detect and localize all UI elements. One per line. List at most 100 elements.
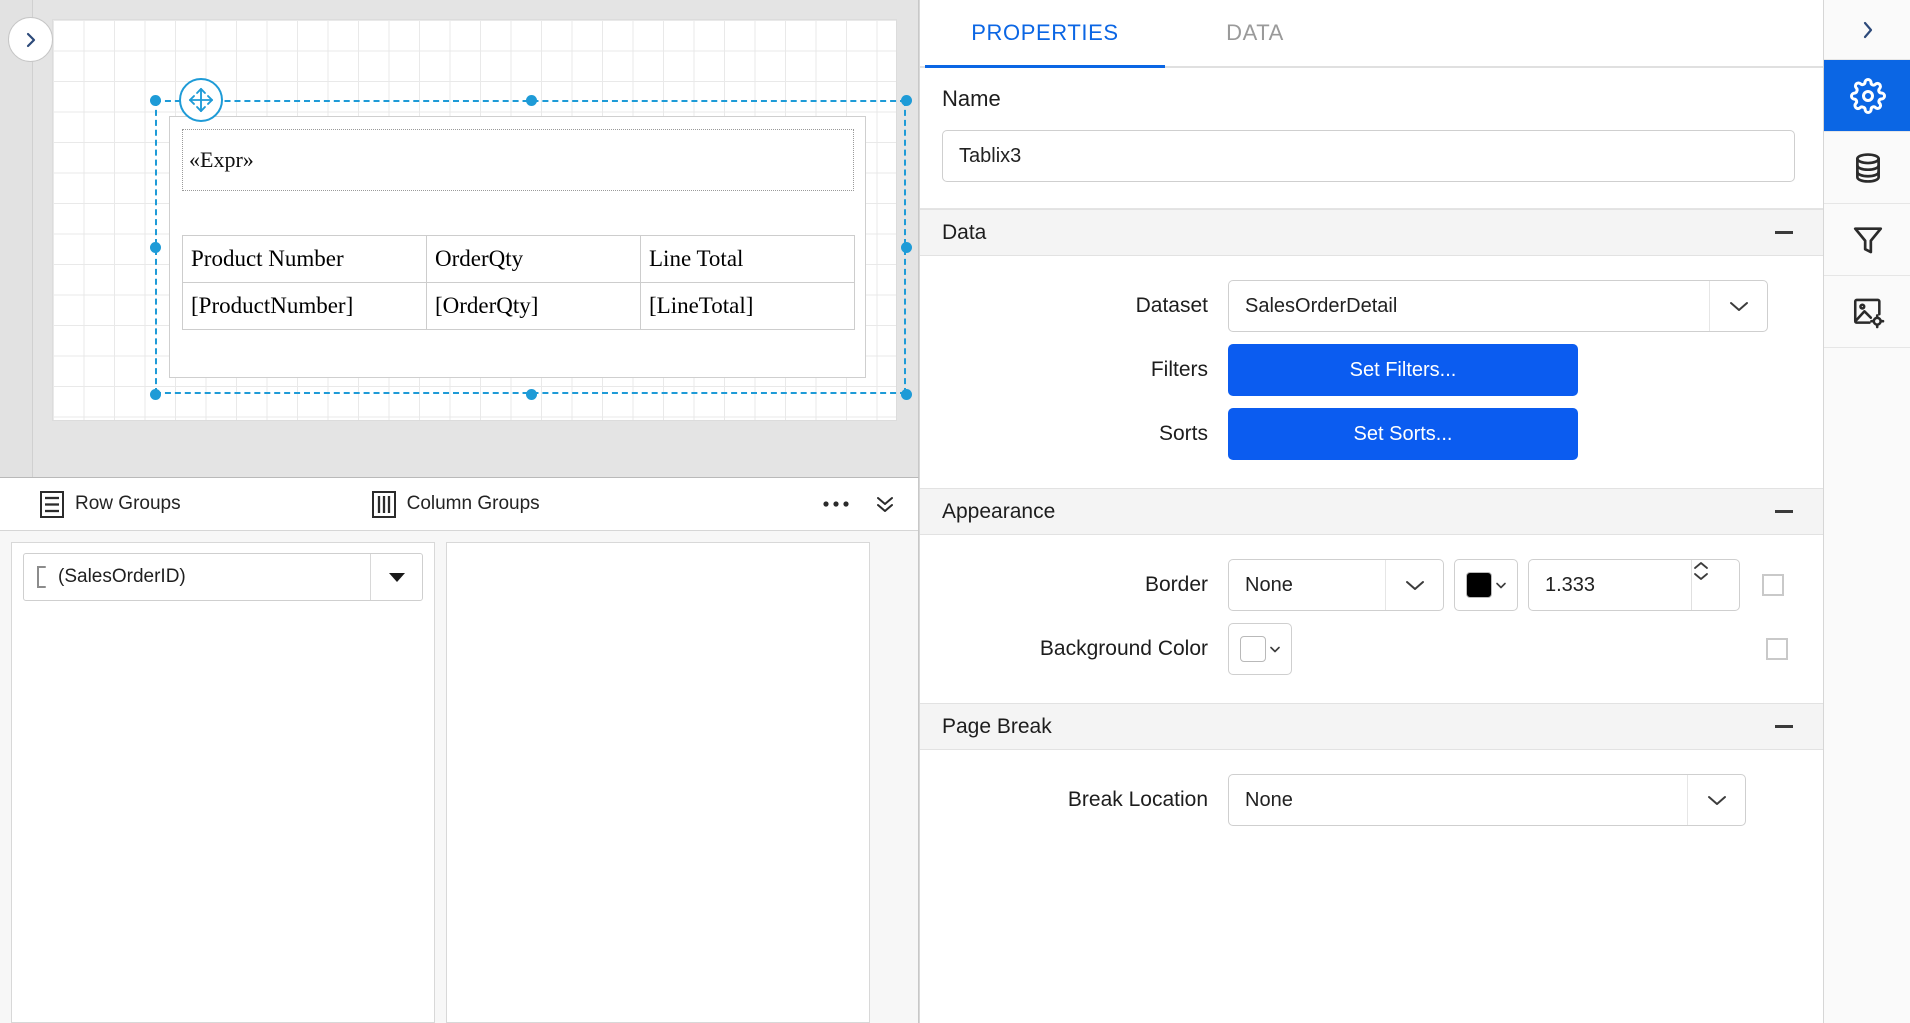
section-title-page-break: Page Break <box>942 714 1052 738</box>
resize-handle-bottom-center[interactable] <box>525 388 537 400</box>
table-header-cell[interactable]: OrderQty <box>426 235 641 283</box>
rows-icon <box>40 490 64 518</box>
chevron-down-icon <box>1495 581 1507 590</box>
column-groups-tab[interactable]: Column Groups <box>371 490 540 518</box>
break-location-select[interactable]: None <box>1228 774 1746 826</box>
border-style-select[interactable]: None <box>1228 559 1444 611</box>
expand-left-panel-button[interactable] <box>8 17 53 62</box>
table-detail-cell[interactable]: [LineTotal] <box>640 282 855 330</box>
report-body[interactable]: «Expr» Product Number OrderQty Line Tota… <box>169 116 866 378</box>
ellipsis-icon[interactable] <box>822 499 850 509</box>
groups-panel-actions <box>822 493 896 515</box>
right-icon-rail <box>1823 0 1910 1023</box>
table-header-cell[interactable]: Line Total <box>640 235 855 283</box>
border-width-value: 1.333 <box>1545 573 1596 596</box>
border-width-stepper[interactable]: 1.333 <box>1528 559 1740 611</box>
tablix-table[interactable]: Product Number OrderQty Line Total [Prod… <box>182 235 855 330</box>
minus-icon[interactable] <box>1773 725 1795 728</box>
resize-handle-top-right[interactable] <box>900 94 912 106</box>
border-style-value: None <box>1245 573 1293 596</box>
section-header-appearance[interactable]: Appearance <box>920 488 1823 535</box>
table-detail-cell[interactable]: [OrderQty] <box>426 282 641 330</box>
resize-handle-bottom-left[interactable] <box>149 388 161 400</box>
name-label: Name <box>942 86 1001 111</box>
tab-properties[interactable]: PROPERTIES <box>925 0 1165 66</box>
active-tab-indicator <box>925 65 1165 68</box>
row-groups-tab[interactable]: Row Groups <box>40 490 181 518</box>
properties-panel-tabs: PROPERTIES DATA <box>920 0 1823 68</box>
property-row-sorts: Sorts Set Sorts... <box>920 402 1823 466</box>
background-color-swatch <box>1239 636 1266 662</box>
section-body-data: Dataset SalesOrderDetail Filters Set Fil… <box>920 256 1823 488</box>
chevron-down-icon[interactable] <box>1692 571 1739 582</box>
rail-button-data[interactable] <box>1824 132 1910 204</box>
background-color-label: Background Color <box>1039 637 1208 660</box>
chevron-down-icon <box>1687 775 1745 825</box>
double-chevron-down-icon[interactable] <box>874 493 896 515</box>
background-color-expression-checkbox[interactable] <box>1766 638 1788 660</box>
resize-handle-middle-left[interactable] <box>149 241 161 253</box>
minus-icon[interactable] <box>1773 510 1795 513</box>
resize-handle-middle-right[interactable] <box>900 241 912 253</box>
background-color-picker[interactable] <box>1228 623 1292 675</box>
groups-panel: Row Groups Column Groups (SalesOrderID) <box>0 478 919 1023</box>
report-designer-app: «Expr» Product Number OrderQty Line Tota… <box>0 0 1910 1023</box>
dataset-label: Dataset <box>1135 294 1208 317</box>
design-surface-scroll[interactable]: «Expr» Product Number OrderQty Line Tota… <box>33 0 918 477</box>
column-groups-label: Column Groups <box>406 493 540 514</box>
section-body-appearance: Border None 1.333 Background Color <box>920 535 1823 703</box>
report-page-canvas[interactable]: «Expr» Product Number OrderQty Line Tota… <box>53 20 912 420</box>
resize-handle-bottom-right[interactable] <box>900 388 912 400</box>
resize-handle-top-left[interactable] <box>149 94 161 106</box>
border-expression-checkbox[interactable] <box>1762 574 1784 596</box>
table-detail-cell[interactable]: [ProductNumber] <box>182 282 427 330</box>
table-row[interactable]: [ProductNumber] [OrderQty] [LineTotal] <box>182 282 855 330</box>
gear-icon <box>1849 77 1886 114</box>
column-groups-list[interactable] <box>446 542 870 1023</box>
table-header-row[interactable]: Product Number OrderQty Line Total <box>182 235 855 283</box>
chevron-down-icon <box>1709 281 1767 331</box>
rail-button-properties[interactable] <box>1824 60 1910 132</box>
border-color-swatch <box>1465 572 1492 598</box>
rail-button-expand-panel[interactable] <box>1824 0 1910 60</box>
name-input[interactable] <box>942 130 1795 182</box>
rail-button-filter[interactable] <box>1824 204 1910 276</box>
break-location-value: None <box>1245 788 1293 811</box>
properties-scroll-area[interactable]: Name Data Dataset SalesOrderDetail <box>920 68 1823 1023</box>
dataset-select[interactable]: SalesOrderDetail <box>1228 280 1768 332</box>
row-group-item-label: (SalesOrderID) <box>58 566 186 587</box>
tab-data[interactable]: DATA <box>1165 0 1345 66</box>
property-row-background-color: Background Color <box>920 617 1823 681</box>
section-title-data: Data <box>942 220 987 244</box>
expression-textbox[interactable]: «Expr» <box>182 129 854 191</box>
property-row-border: Border None 1.333 <box>920 553 1823 617</box>
row-groups-list[interactable]: (SalesOrderID) <box>11 542 435 1023</box>
move-arrows-icon[interactable] <box>179 78 223 122</box>
section-title-appearance: Appearance <box>942 499 1056 523</box>
row-group-item-salesorderid[interactable]: (SalesOrderID) <box>23 553 423 601</box>
rail-button-image-settings[interactable] <box>1824 276 1910 348</box>
table-header-cell[interactable]: Product Number <box>182 235 427 283</box>
minus-icon[interactable] <box>1773 231 1795 234</box>
columns-icon <box>371 490 396 518</box>
property-row-break-location: Break Location None <box>920 768 1823 832</box>
caret-down-icon[interactable] <box>370 554 422 600</box>
property-row-filters: Filters Set Filters... <box>920 338 1823 402</box>
properties-panel: PROPERTIES DATA Name Data Dataset <box>919 0 1823 1023</box>
section-header-data[interactable]: Data <box>920 209 1823 256</box>
filter-icon <box>1851 223 1885 257</box>
border-color-picker[interactable] <box>1454 559 1518 611</box>
chevron-up-icon[interactable] <box>1692 560 1739 571</box>
section-header-page-break[interactable]: Page Break <box>920 703 1823 750</box>
filters-label: Filters <box>1150 358 1208 381</box>
design-surface-container: «Expr» Product Number OrderQty Line Tota… <box>0 0 919 478</box>
groups-panel-body: (SalesOrderID) <box>0 531 918 1023</box>
set-filters-button[interactable]: Set Filters... <box>1228 344 1578 396</box>
chevron-right-icon <box>23 30 39 50</box>
set-sorts-button[interactable]: Set Sorts... <box>1228 408 1578 460</box>
resize-handle-top-center[interactable] <box>525 94 537 106</box>
chevron-down-icon <box>1269 645 1281 654</box>
expand-panel-icon <box>1859 19 1877 41</box>
bracket-icon <box>24 565 58 589</box>
design-left-strip <box>0 0 33 477</box>
